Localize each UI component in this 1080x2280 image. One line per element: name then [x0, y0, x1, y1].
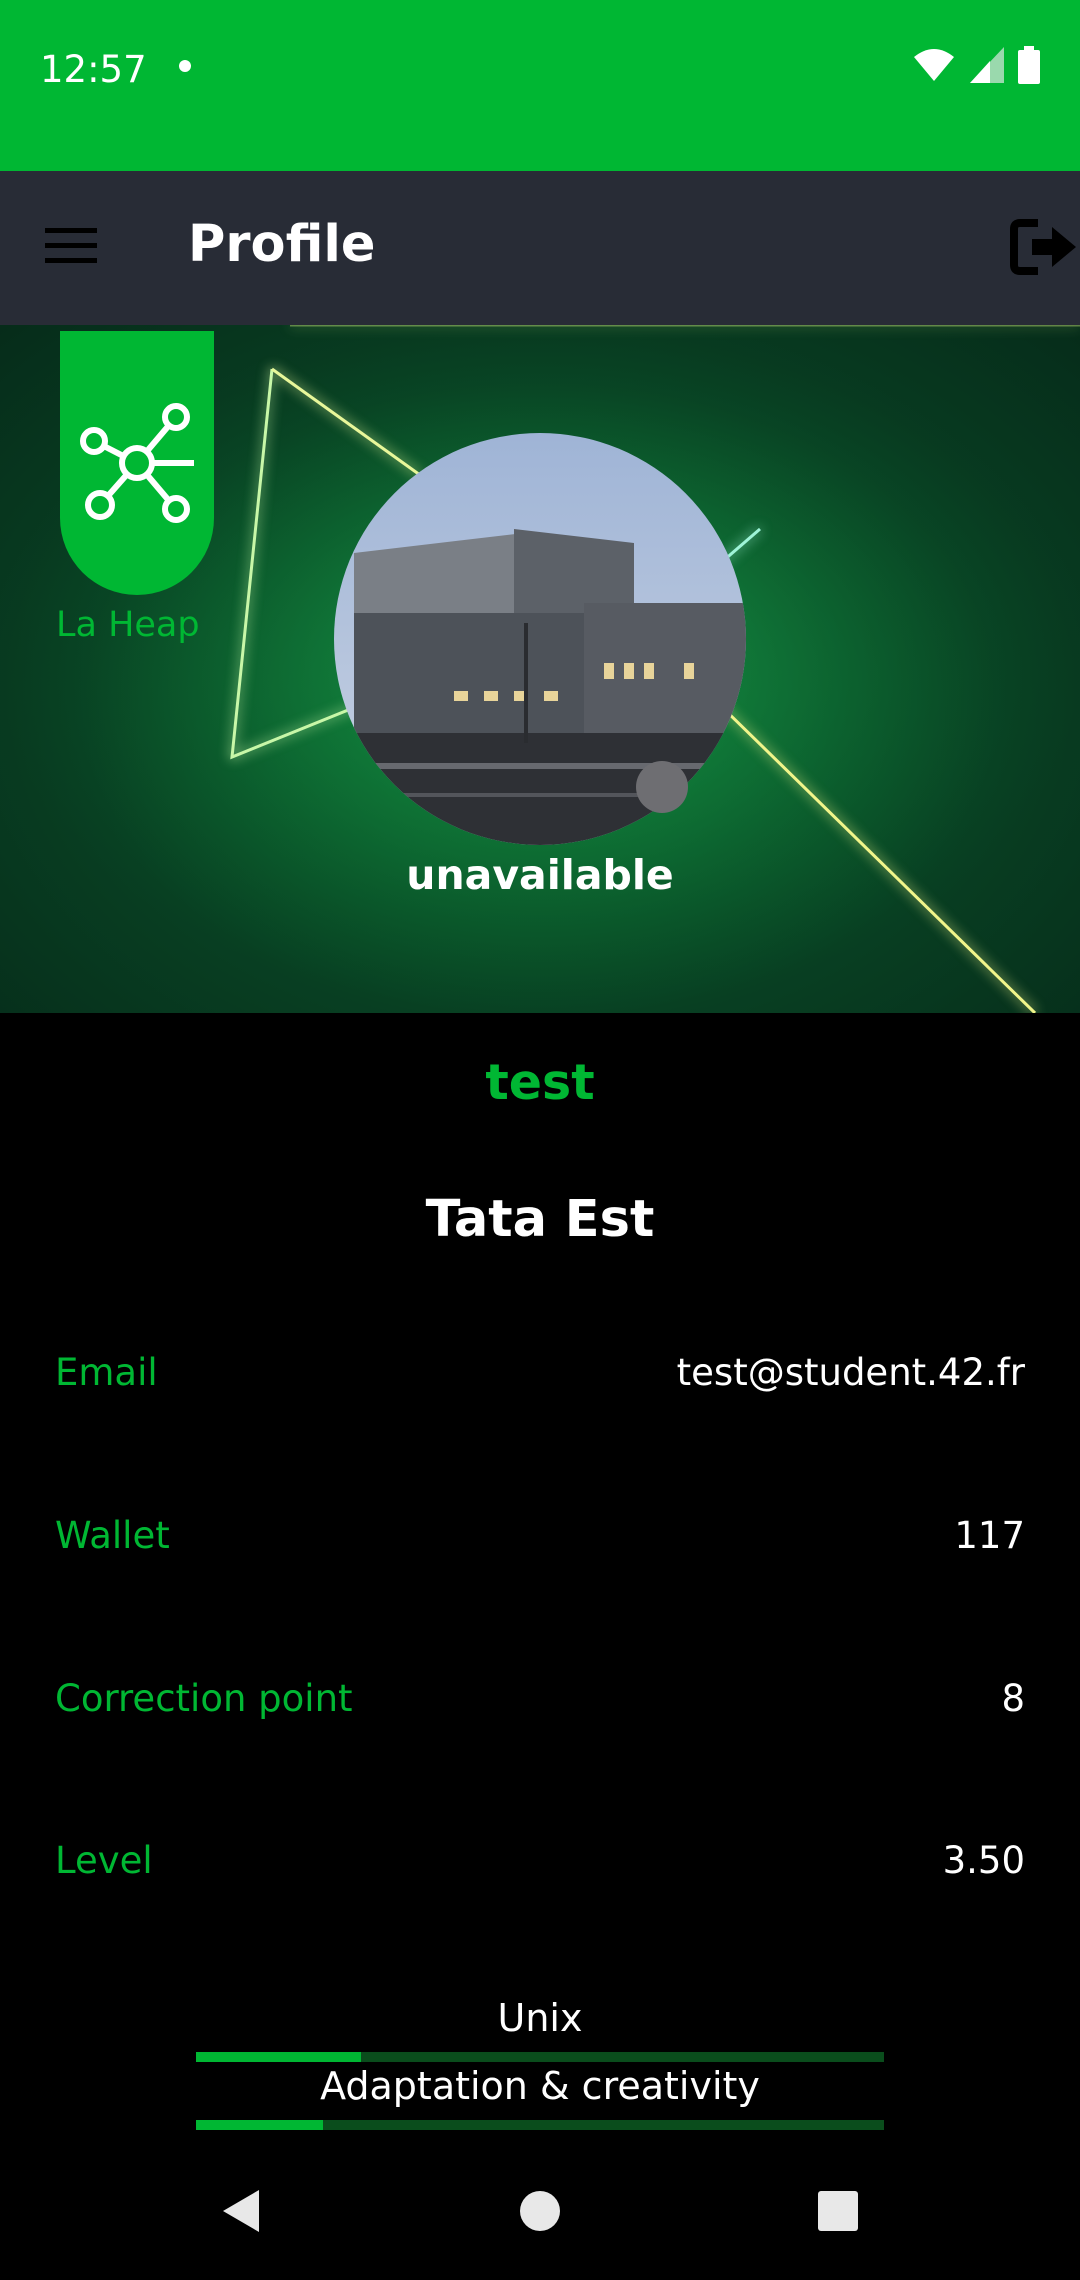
info-value: 117 — [954, 1513, 1025, 1557]
skill-name: Unix — [497, 1996, 583, 2040]
info-label: Correction point — [55, 1676, 353, 1720]
logout-icon — [1010, 219, 1076, 275]
info-row-email: Email test@student.42.fr — [55, 1342, 1025, 1402]
logout-button[interactable] — [1008, 215, 1080, 279]
info-value: test@student.42.fr — [676, 1350, 1025, 1394]
skills-list[interactable]: Unix Adaptation & creativity — [0, 1996, 1080, 2142]
availability-label: unavailable — [406, 851, 674, 899]
info-label: Wallet — [55, 1513, 170, 1557]
profile-banner: La Heap unavailable — [0, 325, 1080, 1013]
info-row-wallet: Wallet 117 — [55, 1505, 1025, 1565]
info-value: 8 — [1001, 1676, 1025, 1720]
coalition-icon — [80, 403, 194, 523]
menu-button[interactable] — [40, 215, 102, 277]
skill-item: Adaptation & creativity — [0, 2064, 1080, 2132]
user-login: test — [485, 1054, 595, 1111]
app-bar: Profile — [0, 171, 1080, 325]
info-label: Level — [55, 1838, 153, 1882]
info-row-correction-point: Correction point 8 — [55, 1668, 1025, 1728]
skill-progress-track — [196, 2120, 884, 2130]
home-icon — [520, 2191, 560, 2231]
recents-icon — [818, 2191, 858, 2231]
system-nav-bar — [0, 2142, 1080, 2280]
recents-button[interactable] — [803, 2176, 873, 2246]
skill-progress-fill — [196, 2052, 362, 2062]
skill-progress-fill — [196, 2120, 324, 2130]
back-icon — [223, 2190, 259, 2232]
user-full-name: Tata Est — [425, 1190, 655, 1249]
status-bar: 12:57 — [0, 0, 1080, 171]
info-row-level: Level 3.50 — [55, 1830, 1025, 1890]
info-value: 3.50 — [942, 1838, 1025, 1882]
presence-status-dot — [636, 761, 688, 813]
back-button[interactable] — [206, 2176, 276, 2246]
status-icons — [912, 46, 1040, 84]
coalition-badge[interactable] — [60, 331, 214, 595]
page-title: Profile — [188, 215, 376, 274]
coalition-name: La Heap — [56, 605, 200, 645]
info-label: Email — [55, 1350, 158, 1394]
home-button[interactable] — [505, 2176, 575, 2246]
notification-dot — [179, 60, 191, 72]
battery-icon — [1018, 46, 1040, 84]
status-time: 12:57 — [40, 48, 147, 91]
menu-icon — [45, 228, 97, 263]
skill-name: Adaptation & creativity — [320, 2064, 760, 2108]
skill-progress-track — [196, 2052, 884, 2062]
wifi-icon — [914, 49, 954, 81]
skill-item: Unix — [0, 1996, 1080, 2064]
signal-icon — [970, 47, 1004, 83]
